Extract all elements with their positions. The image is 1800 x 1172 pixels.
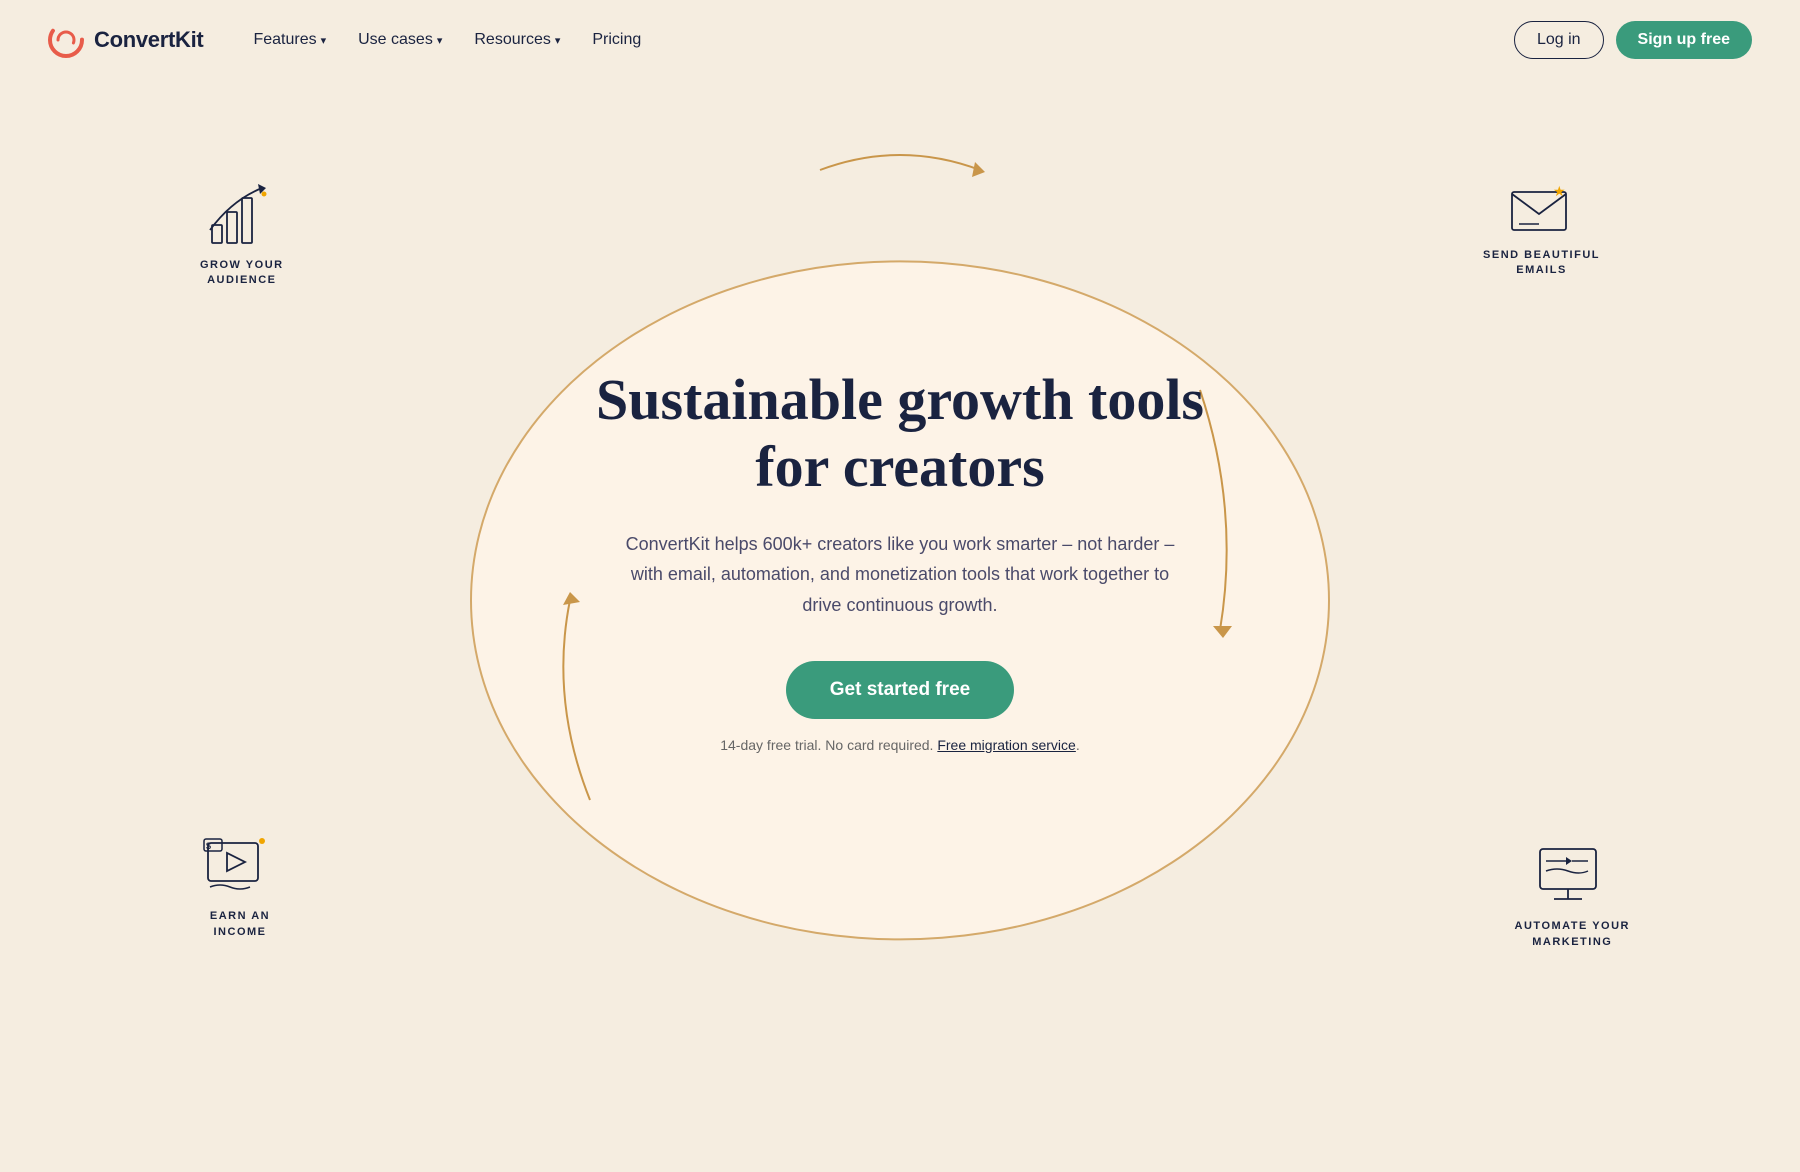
logo-text: ConvertKit xyxy=(94,27,203,53)
automate-illustration xyxy=(1532,841,1612,911)
svg-text:$: $ xyxy=(206,841,211,851)
nav-links: Features ▾ Use cases ▾ Resources ▾ Prici… xyxy=(239,23,655,57)
icon-grow-audience: GROW YOUR AUDIENCE xyxy=(200,180,284,289)
navbar: ConvertKit Features ▾ Use cases ▾ Resour… xyxy=(0,0,1800,80)
hero-title: Sustainable growth tools for creators xyxy=(596,367,1204,500)
nav-right: Log in Sign up free xyxy=(1514,21,1752,59)
email-illustration: ★ xyxy=(1507,180,1577,240)
nav-left: ConvertKit Features ▾ Use cases ▾ Resour… xyxy=(48,22,655,58)
chevron-icon: ▾ xyxy=(321,34,327,47)
chevron-icon: ▾ xyxy=(437,34,443,47)
nav-pricing[interactable]: Pricing xyxy=(578,23,655,57)
automate-label: AUTOMATE YOUR MARKETING xyxy=(1515,919,1630,950)
nav-features[interactable]: Features ▾ xyxy=(239,23,340,57)
nav-use-cases[interactable]: Use cases ▾ xyxy=(344,23,456,57)
nav-resources[interactable]: Resources ▾ xyxy=(460,23,574,57)
earn-label: EARN AN INCOME xyxy=(200,909,280,940)
chevron-icon: ▾ xyxy=(555,34,561,47)
signup-button[interactable]: Sign up free xyxy=(1616,21,1752,59)
icon-earn-income: $ EARN AN INCOME xyxy=(200,831,280,940)
grow-audience-illustration xyxy=(202,180,282,250)
logo[interactable]: ConvertKit xyxy=(48,22,203,58)
hero-subtitle: ConvertKit helps 600k+ creators like you… xyxy=(620,529,1180,621)
trial-info: 14-day free trial. No card required. Fre… xyxy=(596,737,1204,753)
logo-icon xyxy=(48,22,84,58)
cta-button[interactable]: Get started free xyxy=(786,661,1014,719)
hero-center-content: Sustainable growth tools for creators Co… xyxy=(576,347,1224,772)
hero-section: GROW YOUR AUDIENCE ★ SEND BEAUTIFUL EMAI… xyxy=(0,80,1800,1080)
icon-send-emails: ★ SEND BEAUTIFUL EMAILS xyxy=(1483,180,1600,279)
migration-link[interactable]: Free migration service xyxy=(937,737,1076,753)
grow-label: GROW YOUR AUDIENCE xyxy=(200,258,284,289)
earn-income-illustration: $ xyxy=(200,831,280,901)
email-label: SEND BEAUTIFUL EMAILS xyxy=(1483,248,1600,279)
login-button[interactable]: Log in xyxy=(1514,21,1604,59)
icon-automate-marketing: AUTOMATE YOUR MARKETING xyxy=(1515,841,1630,950)
svg-text:★: ★ xyxy=(1553,183,1566,199)
